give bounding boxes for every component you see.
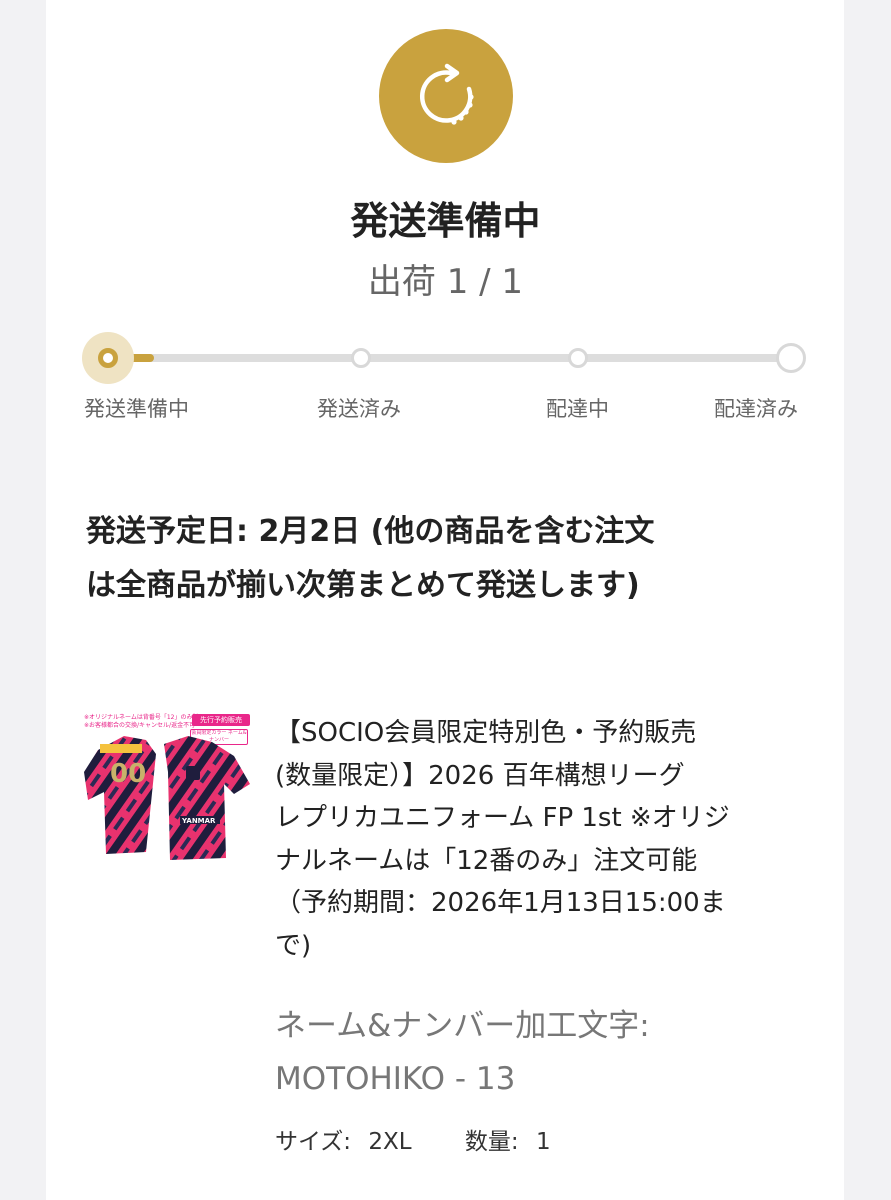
svg-text:YANMAR: YANMAR	[181, 817, 216, 825]
size-value: 2XL	[368, 1129, 412, 1155]
product-title-line: レプリカユニフォーム FP 1st ※オリジ	[275, 803, 730, 833]
shipping-date-line: は全商品が揃い次第まとめて発送します)	[86, 568, 640, 603]
product-title-line: で)	[275, 930, 312, 961]
step-dot-delivered	[776, 343, 806, 373]
step-dot-in-transit	[568, 348, 588, 368]
name-number-label: ネーム&ナンバー加工文字:	[275, 1008, 650, 1044]
step-label-preparing: 発送準備中	[84, 397, 189, 421]
size-label: サイズ:	[275, 1129, 352, 1155]
quantity-label: 数量:	[464, 1129, 519, 1155]
refresh-icon	[420, 63, 474, 125]
step-label-shipped: 発送済み	[317, 397, 401, 421]
svg-text:00: 00	[110, 759, 146, 789]
shipment-count: 出荷 1 / 1	[367, 262, 524, 302]
jersey-image: 00 YANMAR	[84, 736, 250, 860]
product-title-line: 【SOCIO会員限定特別色・予約販売	[275, 718, 697, 748]
shipping-date-line: 発送予定日: 2月2日 (他の商品を含む注文	[86, 514, 655, 549]
thumb-note: ※お客様都合の交換/キャンセル/返金不可	[84, 722, 196, 729]
status-icon-circle	[379, 29, 513, 163]
product-title-line: （予約期間：2026年1月13日15:00ま	[275, 888, 726, 918]
product-title-line: ナルネームは「12番のみ」注文可能	[275, 845, 698, 876]
product-image[interactable]: ※オリジナルネームは背番号「12」のみ製品 ※お客様都合の交換/キャンセル/返金…	[84, 712, 252, 882]
product-meta: サイズ: 2XL 数量: 1	[275, 1122, 551, 1156]
progress-track	[108, 354, 792, 362]
product-title-line: (数量限定）】2026 百年構想リーグ	[275, 760, 685, 791]
step-label-delivered: 配達済み	[714, 397, 798, 421]
name-number-customization: ネーム&ナンバー加工文字: MOTOHIKO - 13	[275, 1000, 795, 1106]
status-title: 発送準備中	[350, 199, 541, 243]
product-title[interactable]: 【SOCIO会員限定特別色・予約販売 (数量限定）】2026 百年構想リーグ レ…	[275, 712, 815, 967]
step-dot-preparing	[98, 348, 118, 368]
step-label-in-transit: 配達中	[546, 397, 609, 421]
quantity-value: 1	[535, 1129, 551, 1155]
step-dot-shipped	[351, 348, 371, 368]
preorder-badge: 先行予約販売	[192, 714, 250, 726]
name-number-value: MOTOHIKO - 13	[275, 1061, 516, 1097]
shipping-date: 発送予定日: 2月2日 (他の商品を含む注文 は全商品が揃い次第まとめて発送しま…	[86, 505, 806, 613]
